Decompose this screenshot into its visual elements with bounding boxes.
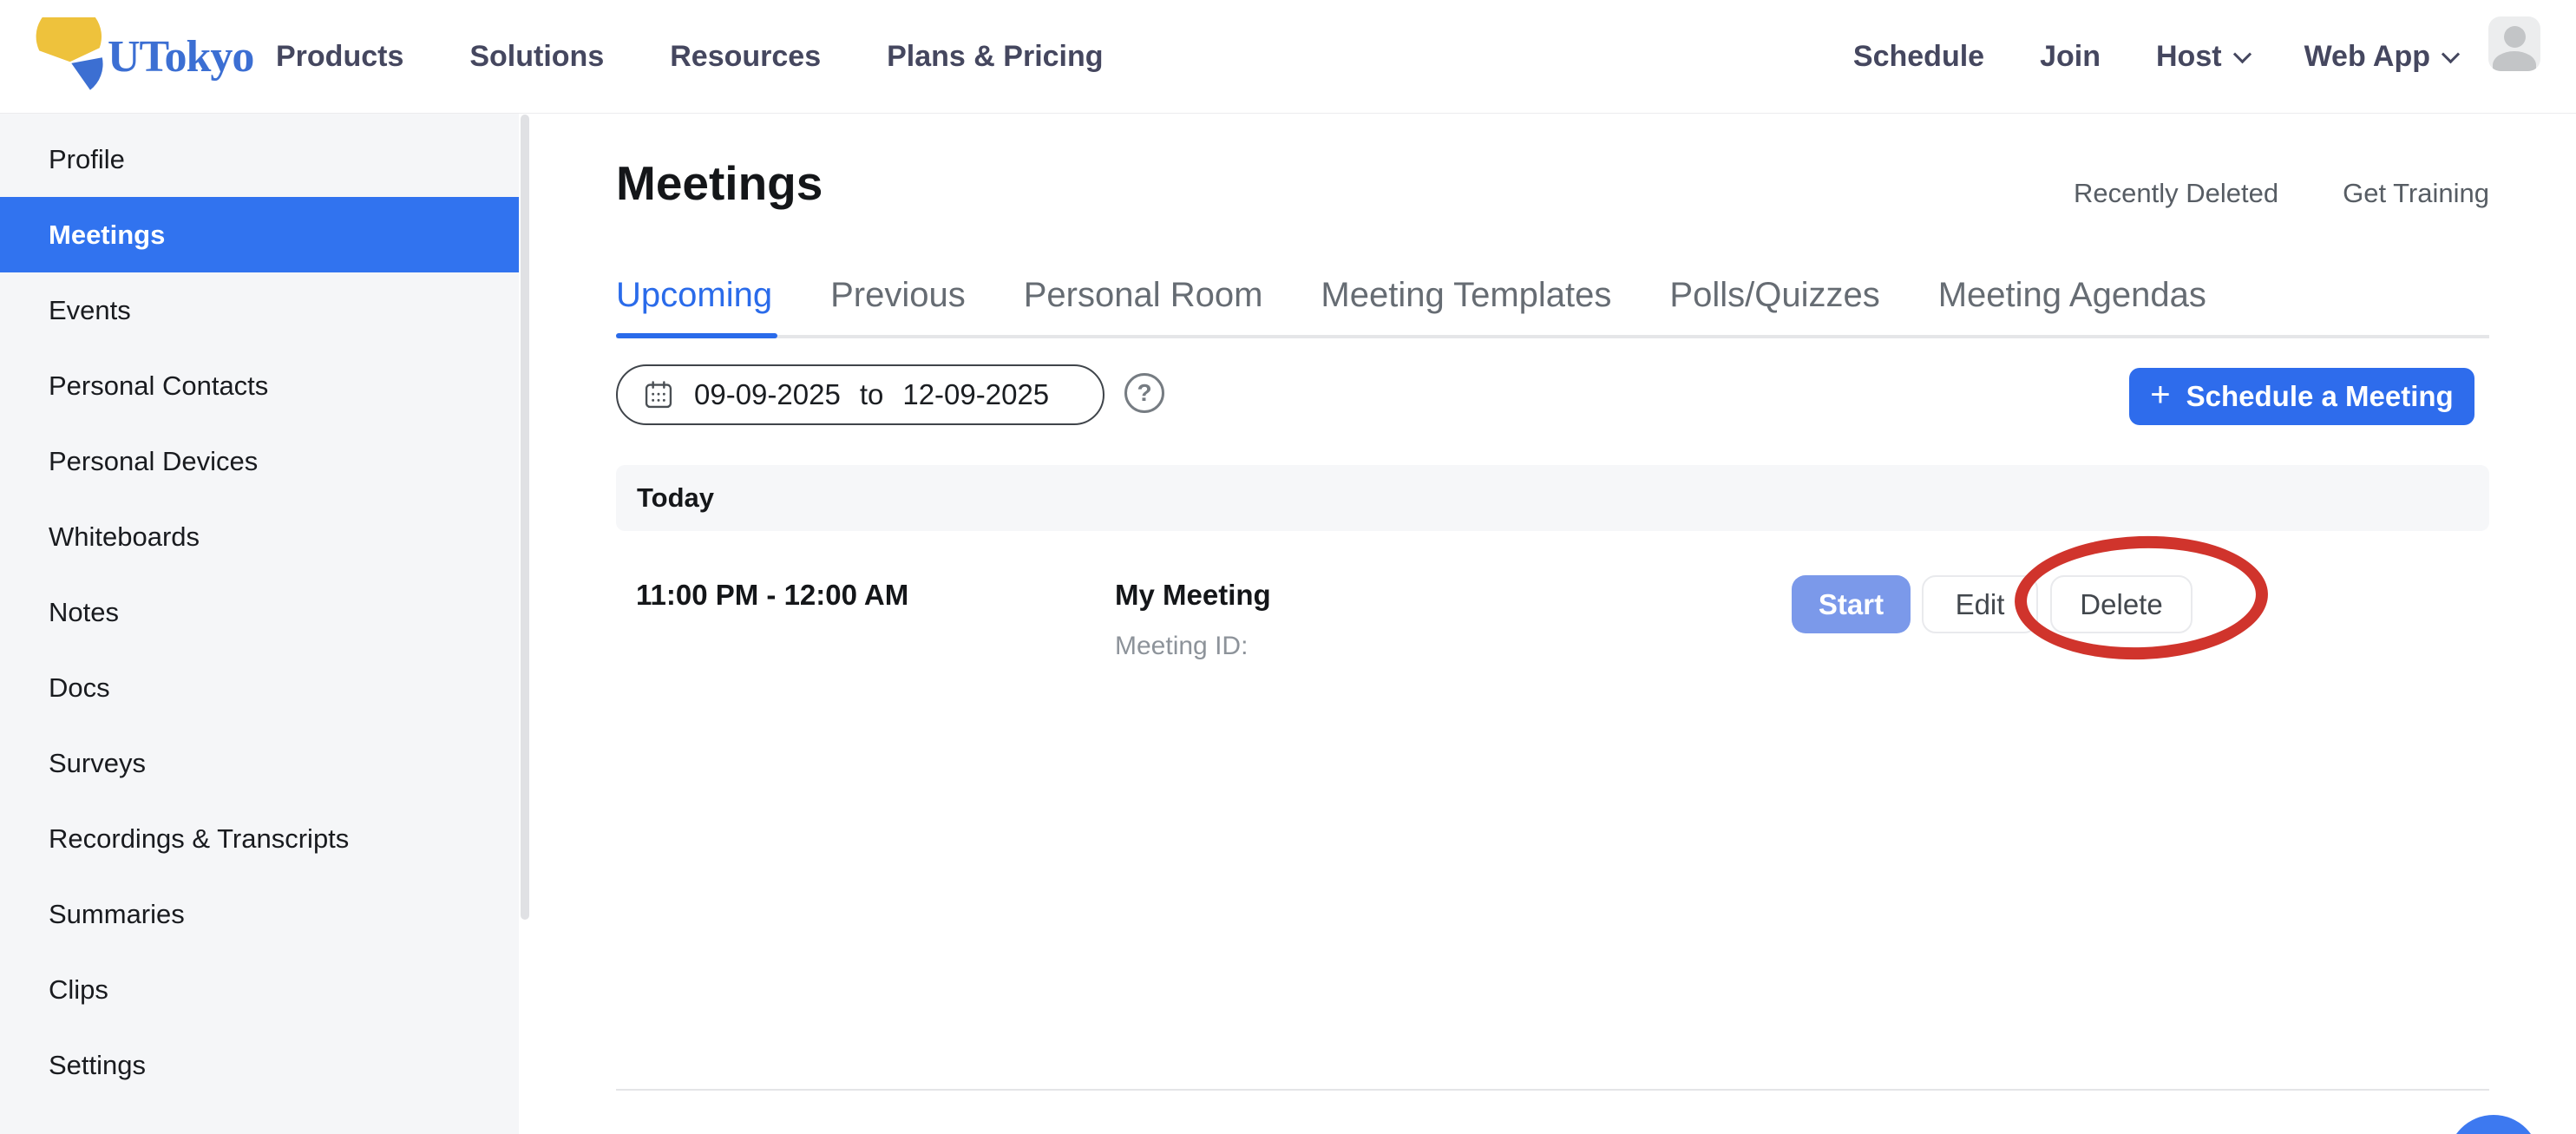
tab-meeting-agendas[interactable]: Meeting Agendas <box>1938 255 2206 335</box>
tab-upcoming[interactable]: Upcoming <box>616 255 772 335</box>
sidebar-list: Profile Meetings Events Personal Contact… <box>0 121 519 1103</box>
delete-button[interactable]: Delete <box>2050 575 2193 633</box>
meeting-id-label: Meeting ID: <box>1115 632 1248 661</box>
end-date-value: 12-09-2025 <box>902 378 1049 411</box>
nav-webapp-dropdown[interactable]: Web App <box>2304 40 2457 74</box>
start-date-value: 09-09-2025 <box>694 378 841 411</box>
get-training-link[interactable]: Get Training <box>2343 178 2489 209</box>
help-icon[interactable]: ? <box>1124 373 1164 413</box>
ginkgo-leaf-icon <box>33 17 104 96</box>
tab-personal-room[interactable]: Personal Room <box>1024 255 1263 335</box>
nav-plans-pricing[interactable]: Plans & Pricing <box>887 40 1103 74</box>
nav-host-dropdown[interactable]: Host <box>2156 40 2249 74</box>
sidebar-item-recordings-transcripts[interactable]: Recordings & Transcripts <box>0 801 519 876</box>
nav-products[interactable]: Products <box>276 40 403 74</box>
sidebar-item-summaries[interactable]: Summaries <box>0 876 519 952</box>
sidebar-item-docs[interactable]: Docs <box>0 650 519 725</box>
nav-webapp-label: Web App <box>2304 40 2430 74</box>
start-button[interactable]: Start <box>1792 575 1911 633</box>
utokyo-logo[interactable]: UTokyo <box>33 10 253 102</box>
calendar-icon <box>642 378 675 411</box>
sidebar-item-personal-devices[interactable]: Personal Devices <box>0 423 519 499</box>
meetings-tabs: Upcoming Previous Personal Room Meeting … <box>616 255 2489 338</box>
today-group-header: Today <box>616 465 2489 531</box>
tab-polls-quizzes[interactable]: Polls/Quizzes <box>1669 255 1879 335</box>
date-range-separator: to <box>860 378 884 411</box>
plus-icon: + <box>2150 377 2170 412</box>
schedule-button-label: Schedule a Meeting <box>2186 380 2454 413</box>
edit-button[interactable]: Edit <box>1922 575 2038 633</box>
nav-host-label: Host <box>2156 40 2222 74</box>
sidebar-item-personal-contacts[interactable]: Personal Contacts <box>0 348 519 423</box>
chevron-down-icon <box>2232 45 2251 63</box>
section-divider <box>616 1089 2489 1091</box>
today-label: Today <box>637 482 714 514</box>
top-header: UTokyo Products Solutions Resources Plan… <box>0 0 2576 114</box>
avatar-person-icon <box>2504 26 2526 48</box>
user-avatar[interactable] <box>2488 16 2540 71</box>
sidebar-item-whiteboards[interactable]: Whiteboards <box>0 499 519 574</box>
sidebar-item-meetings[interactable]: Meetings <box>0 197 519 272</box>
floating-help-button[interactable] <box>2448 1115 2540 1134</box>
meeting-time: 11:00 PM - 12:00 AM <box>636 579 908 612</box>
schedule-a-meeting-button[interactable]: + Schedule a Meeting <box>2129 368 2474 425</box>
chevron-down-icon <box>2442 45 2460 63</box>
primary-nav: Products Solutions Resources Plans & Pri… <box>276 0 1104 114</box>
sidebar-item-events[interactable]: Events <box>0 272 519 348</box>
page-title: Meetings <box>616 155 823 211</box>
sidebar-item-surveys[interactable]: Surveys <box>0 725 519 801</box>
session-nav: Schedule Join Host Web App <box>1853 0 2457 114</box>
nav-schedule[interactable]: Schedule <box>1853 40 1984 74</box>
page-header-links: Recently Deleted Get Training <box>2074 178 2489 209</box>
tab-meeting-templates[interactable]: Meeting Templates <box>1321 255 1611 335</box>
sidebar: Profile Meetings Events Personal Contact… <box>0 114 519 1134</box>
nav-solutions[interactable]: Solutions <box>469 40 604 74</box>
sidebar-scrollbar[interactable] <box>521 115 529 920</box>
tab-previous[interactable]: Previous <box>830 255 966 335</box>
meeting-name[interactable]: My Meeting <box>1115 579 1271 612</box>
sidebar-item-clips[interactable]: Clips <box>0 952 519 1027</box>
zoom-web-portal: UTokyo Products Solutions Resources Plan… <box>0 0 2576 1134</box>
date-range-picker[interactable]: 09-09-2025 to 12-09-2025 <box>616 364 1104 425</box>
sidebar-item-profile[interactable]: Profile <box>0 121 519 197</box>
sidebar-item-notes[interactable]: Notes <box>0 574 519 650</box>
logo-text: UTokyo <box>108 31 253 82</box>
nav-join[interactable]: Join <box>2040 40 2101 74</box>
recently-deleted-link[interactable]: Recently Deleted <box>2074 178 2278 209</box>
nav-resources[interactable]: Resources <box>670 40 821 74</box>
sidebar-item-settings[interactable]: Settings <box>0 1027 519 1103</box>
main-content: Meetings Recently Deleted Get Training U… <box>531 114 2576 1134</box>
